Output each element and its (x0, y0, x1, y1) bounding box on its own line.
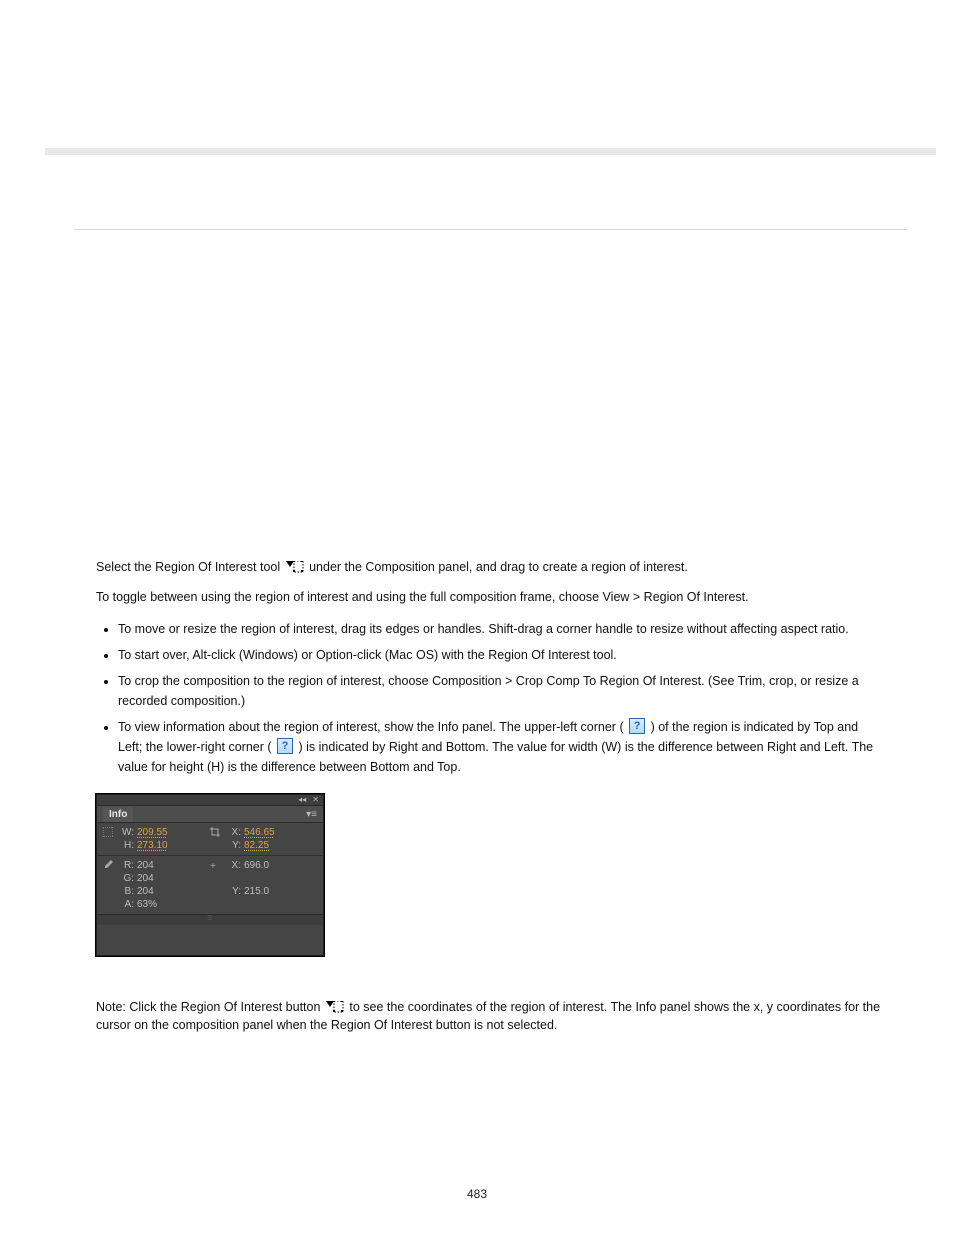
panel-collapse-icon[interactable]: ◂◂ (298, 796, 306, 804)
label-y2: Y: (226, 886, 244, 897)
text: To move or resize the region of interest… (118, 622, 849, 636)
panel-titlebar: ◂◂ ✕ (97, 795, 323, 806)
info-panel: ◂◂ ✕ Info ▾≡ W:209.55 H:273.10 (96, 794, 324, 956)
value-b: 204 (137, 886, 157, 897)
roi-tool-icon (326, 1000, 344, 1012)
label-x: X: (226, 827, 244, 838)
page-number: 483 (0, 1187, 954, 1201)
label-r: R: (119, 860, 137, 871)
value-r: 204 (137, 860, 157, 871)
panel-tabs: Info ▾≡ (97, 806, 323, 823)
body-text-lower: Note: Click the Region Of Interest butto… (96, 985, 884, 1046)
value-x2: 696.0 (244, 860, 269, 871)
info-col-anchor: X:546.65 Y:82.25 (210, 827, 317, 851)
label-w: W: (119, 827, 137, 838)
list-item: To start over, Alt-click (Windows) or Op… (118, 645, 884, 665)
value-y[interactable]: 82.25 (244, 840, 275, 851)
tab-info[interactable]: Info (103, 807, 133, 822)
text: To start over, Alt-click (Windows) or Op… (118, 648, 617, 662)
bullet-list: To move or resize the region of interest… (96, 619, 884, 777)
label-b: B: (119, 886, 137, 897)
value-x[interactable]: 546.65 (244, 827, 275, 838)
info-col-rgba: R:204 G:204 B:204 A:63% (103, 860, 210, 910)
value-a: 63% (137, 899, 157, 910)
paragraph-roi-select: Select the Region Of Interest tool under… (96, 558, 884, 576)
body-text-upper: Select the Region Of Interest tool under… (96, 545, 884, 787)
text: Select the Region Of Interest tool (96, 560, 284, 574)
bounds-icon (103, 827, 119, 851)
paragraph-toggle: To toggle between using the region of in… (96, 588, 884, 606)
label-x2: X: (226, 860, 244, 871)
info-col-size: W:209.55 H:273.10 (103, 827, 210, 851)
eyedropper-icon (103, 860, 119, 910)
gradient-bar (45, 148, 936, 155)
value-g: 204 (137, 873, 157, 884)
help-icon (629, 718, 645, 734)
label-h: H: (119, 840, 137, 851)
label-g: G: (119, 873, 137, 884)
value-w[interactable]: 209.55 (137, 827, 168, 838)
crosshair-icon: + (210, 860, 226, 910)
paragraph-note: Note: Click the Region Of Interest butto… (96, 998, 884, 1034)
text: To view information about the region of … (118, 720, 624, 734)
value-h[interactable]: 273.10 (137, 840, 168, 851)
list-item: To crop the composition to the region of… (118, 671, 884, 711)
help-icon (277, 738, 293, 754)
text: Note: Click the Region Of Interest butto… (96, 1000, 324, 1014)
roi-tool-icon (286, 560, 304, 572)
text: To crop the composition to the region of… (118, 674, 859, 708)
list-item: To view information about the region of … (118, 717, 884, 777)
panel-resize-grip[interactable]: ☰ (97, 914, 323, 925)
label-a: A: (119, 899, 137, 910)
label-y: Y: (226, 840, 244, 851)
page: Select the Region Of Interest tool under… (0, 0, 954, 1235)
panel-menu-icon[interactable]: ▾≡ (306, 809, 317, 820)
divider (74, 229, 907, 230)
text: under the Composition panel, and drag to… (309, 560, 688, 574)
info-col-cursor: + X:696.0 Y:215.0 (210, 860, 317, 910)
crop-icon (210, 827, 226, 851)
info-section-color: R:204 G:204 B:204 A:63% + X:696.0 Y:215.… (97, 856, 323, 914)
info-section-bounds: W:209.55 H:273.10 X:546.65 Y:82.25 (97, 823, 323, 856)
panel-close-icon[interactable]: ✕ (312, 796, 319, 804)
list-item: To move or resize the region of interest… (118, 619, 884, 639)
value-y2: 215.0 (244, 886, 269, 897)
